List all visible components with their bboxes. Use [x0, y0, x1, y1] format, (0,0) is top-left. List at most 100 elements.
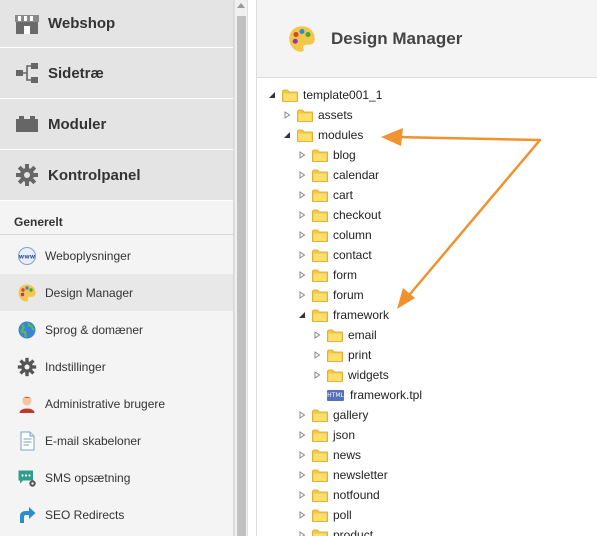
tree-node[interactable]: template001_1 — [267, 86, 382, 104]
tree-node-label: modules — [318, 128, 364, 142]
user-icon — [16, 393, 38, 415]
collapsed-triangle-icon[interactable] — [297, 230, 307, 240]
tree-node[interactable]: gallery — [297, 406, 368, 424]
folder-icon — [312, 149, 328, 162]
tree-node[interactable]: cart — [297, 186, 353, 204]
tree-node[interactable]: checkout — [297, 206, 381, 224]
collapsed-triangle-icon[interactable] — [297, 210, 307, 220]
collapsed-triangle-icon[interactable] — [297, 530, 307, 536]
sidebar-item-seo-redirects[interactable]: SEO Redirects — [0, 496, 233, 533]
collapsed-triangle-icon[interactable] — [297, 150, 307, 160]
collapsed-triangle-icon[interactable] — [297, 170, 307, 180]
sms-icon — [16, 467, 38, 489]
tree-node-label: calendar — [333, 168, 380, 182]
folder-icon — [327, 369, 343, 382]
collapsed-triangle-icon[interactable] — [282, 110, 292, 120]
tree-node[interactable]: product — [297, 526, 373, 536]
sidebar-item-admin-users[interactable]: Administrative brugere — [0, 385, 233, 422]
folder-icon — [312, 229, 328, 242]
palette-icon — [16, 282, 38, 304]
sidebar-item-language-domains[interactable]: Sprog & domæner — [0, 311, 233, 348]
tree-node[interactable]: calendar — [297, 166, 379, 184]
tree-node[interactable]: framework — [297, 306, 389, 324]
nav-modules-label: Moduler — [48, 115, 107, 133]
collapsed-triangle-icon[interactable] — [297, 250, 307, 260]
tree-node-label: print — [348, 348, 372, 362]
tree-node[interactable]: assets — [282, 106, 353, 124]
folder-icon — [312, 269, 328, 282]
sidebar-item-settings[interactable]: Indstillinger — [0, 348, 233, 385]
collapsed-triangle-icon[interactable] — [297, 490, 307, 500]
www-icon: www — [16, 245, 38, 267]
tree-node[interactable]: blog — [297, 146, 356, 164]
folder-icon — [312, 509, 328, 522]
collapsed-triangle-icon[interactable] — [297, 290, 307, 300]
sidebar-item-design-manager[interactable]: Design Manager — [0, 274, 233, 311]
nav-controlpanel[interactable]: Kontrolpanel — [0, 150, 233, 201]
nav-webshop[interactable]: Webshop — [0, 0, 233, 48]
sidebar-item-label: Indstillinger — [45, 359, 106, 374]
tree-node[interactable]: notfound — [297, 486, 380, 504]
sitemap-icon — [14, 60, 40, 86]
tree-node[interactable]: contact — [297, 246, 372, 264]
tree-node-label: notfound — [333, 488, 380, 502]
svg-text:www: www — [19, 253, 36, 260]
tree-node-label: column — [333, 228, 372, 242]
sidebar-item-label: SEO Redirects — [45, 507, 125, 522]
collapsed-triangle-icon[interactable] — [297, 470, 307, 480]
scrollbar-thumb[interactable] — [237, 16, 246, 536]
tree-node-label: form — [333, 268, 357, 282]
scroll-up-icon[interactable] — [237, 3, 245, 8]
palette-icon — [287, 24, 317, 54]
expanded-triangle-icon[interactable] — [282, 130, 292, 140]
collapsed-triangle-icon[interactable] — [297, 430, 307, 440]
sidebar-item-label: Design Manager — [45, 285, 134, 300]
collapsed-triangle-icon[interactable] — [312, 350, 322, 360]
nav-sitetree[interactable]: Sidetræ — [0, 48, 233, 99]
sidebar-item-label: Administrative brugere — [45, 396, 166, 411]
tree-node[interactable]: forum — [297, 286, 364, 304]
nav-modules[interactable]: Moduler — [0, 99, 233, 150]
document-icon — [16, 430, 38, 452]
tree-node[interactable]: form — [297, 266, 357, 284]
sidebar-scrollbar[interactable] — [234, 0, 248, 536]
tree-node[interactable]: column — [297, 226, 372, 244]
folder-icon — [312, 169, 328, 182]
collapsed-triangle-icon[interactable] — [312, 370, 322, 380]
tree-node-label: widgets — [348, 368, 389, 382]
collapsed-triangle-icon[interactable] — [297, 450, 307, 460]
tree-node-label: email — [348, 328, 377, 342]
tree-node-label: forum — [333, 288, 364, 302]
tree-node[interactable]: news — [297, 446, 361, 464]
nav-webshop-label: Webshop — [48, 15, 116, 32]
collapsed-triangle-icon[interactable] — [297, 190, 307, 200]
tree-node[interactable]: poll — [297, 506, 352, 524]
folder-icon — [312, 469, 328, 482]
sidebar-item-weboplysninger[interactable]: www Weboplysninger — [0, 237, 233, 274]
tree-node[interactable]: print — [312, 346, 371, 364]
tree-node[interactable]: widgets — [312, 366, 389, 384]
tree-node-label: contact — [333, 248, 372, 262]
tree-node[interactable]: modules — [282, 126, 363, 144]
sidebar-item-sms-setup[interactable]: SMS opsætning — [0, 459, 233, 496]
sidebar-item-email-templates[interactable]: E-mail skabeloner — [0, 422, 233, 459]
section-title: Generelt — [0, 201, 233, 235]
collapsed-triangle-icon[interactable] — [297, 510, 307, 520]
folder-icon — [312, 529, 328, 536]
tree-node[interactable]: email — [312, 326, 377, 344]
collapsed-triangle-icon[interactable] — [297, 410, 307, 420]
expanded-triangle-icon[interactable] — [267, 90, 277, 100]
collapsed-triangle-icon[interactable] — [297, 270, 307, 280]
sidebar-item-label: SMS opsætning — [45, 470, 131, 485]
expanded-triangle-icon[interactable] — [297, 310, 307, 320]
tree-node-label: json — [333, 428, 356, 442]
collapsed-triangle-icon[interactable] — [312, 330, 322, 340]
tree-node-label: cart — [333, 188, 354, 202]
tree-node[interactable]: json — [297, 426, 355, 444]
tree-node-label: template001_1 — [303, 88, 383, 102]
tree-node[interactable]: newsletter — [297, 466, 388, 484]
folder-icon — [327, 349, 343, 362]
folder-icon — [297, 109, 313, 122]
tree-node[interactable]: HTML framework.tpl — [312, 386, 422, 404]
folder-icon — [312, 449, 328, 462]
